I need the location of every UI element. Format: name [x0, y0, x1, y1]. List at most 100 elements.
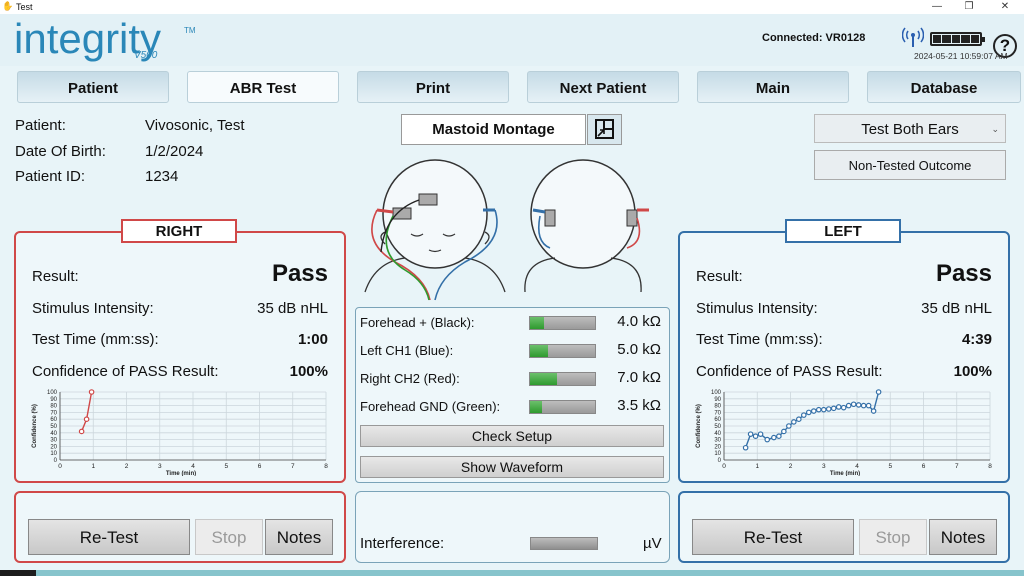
impedance-meter: [529, 344, 596, 358]
impedance-label: Forehead + (Black):: [360, 315, 475, 330]
tab-patient[interactable]: Patient: [17, 71, 169, 103]
dob-value: 1/2/2024: [145, 143, 204, 160]
data-point: [830, 405, 837, 412]
y-tick-label: 20: [714, 444, 721, 450]
y-tick-label: 70: [714, 410, 721, 416]
impedance-meter: [529, 372, 596, 386]
impedance-value: 4.0 kΩ: [617, 313, 661, 330]
ears-select[interactable]: Test Both Ears ⌄: [814, 114, 1006, 143]
y-tick-label: 90: [714, 397, 721, 403]
right-test-time-label: Test Time (mm:ss):: [32, 331, 159, 348]
data-point: [742, 444, 749, 451]
head-front-illustration: [364, 159, 506, 301]
data-point: [781, 428, 787, 435]
left-notes-button[interactable]: Notes: [929, 519, 997, 555]
x-tick-label: 2: [125, 463, 129, 470]
impedance-meter-fill: [530, 345, 549, 357]
x-tick-label: 1: [91, 463, 95, 470]
impedance-value: 7.0 kΩ: [617, 369, 661, 386]
data-point: [747, 431, 754, 437]
y-tick-label: 20: [50, 444, 57, 450]
tab-next-patient[interactable]: Next Patient: [527, 71, 679, 103]
data-point: [815, 406, 822, 413]
data-point: [88, 389, 95, 395]
non-tested-outcome-button[interactable]: Non-Tested Outcome: [814, 150, 1006, 180]
montage-button[interactable]: Mastoid Montage: [401, 114, 586, 145]
current-datetime: 2024-05-21 10:59:07 AM: [914, 51, 1008, 61]
left-test-time-value: 4:39: [961, 331, 992, 348]
data-point: [796, 416, 802, 423]
data-point: [764, 436, 771, 443]
x-tick-label: 8: [988, 463, 992, 470]
data-point: [825, 406, 832, 412]
x-tick-label: 7: [955, 463, 959, 470]
left-stop-button[interactable]: Stop: [859, 519, 927, 555]
data-point: [752, 433, 759, 440]
header: integrity TM V500 Connected: VR0128 ? 20…: [0, 14, 1024, 66]
restore-button[interactable]: ❐: [954, 0, 984, 14]
right-result-label: Result:: [32, 268, 79, 285]
x-tick-label: 3: [158, 463, 162, 470]
y-axis-label: Confidence (%): [696, 404, 702, 448]
show-waveform-button[interactable]: Show Waveform: [360, 456, 664, 478]
right-stop-button[interactable]: Stop: [195, 519, 263, 555]
connection-status: Connected: VR0128: [762, 32, 866, 44]
data-point: [786, 423, 792, 429]
impedance-label: Left CH1 (Blue):: [360, 343, 454, 358]
x-tick-label: 5: [888, 463, 892, 470]
chevron-down-icon: ⌄: [991, 124, 999, 134]
y-tick-label: 30: [714, 438, 721, 444]
tab-abr-test[interactable]: ABR Test: [187, 71, 339, 103]
expand-montage-icon[interactable]: [587, 114, 622, 145]
data-point: [776, 433, 782, 440]
left-confidence-label: Confidence of PASS Result:: [696, 363, 883, 380]
tab-database[interactable]: Database: [867, 71, 1021, 103]
data-point: [78, 428, 85, 435]
left-retest-button[interactable]: Re-Test: [692, 519, 854, 555]
data-point: [791, 419, 797, 425]
y-tick-label: 60: [50, 417, 57, 423]
impedance-value: 3.5 kΩ: [617, 397, 661, 414]
data-point: [771, 434, 777, 441]
close-button[interactable]: ✕: [990, 0, 1020, 14]
right-notes-button[interactable]: Notes: [265, 519, 333, 555]
left-result-value: Pass: [935, 260, 992, 287]
x-tick-label: 7: [291, 463, 295, 470]
patient-name: Vivosonic, Test: [145, 117, 245, 134]
impedance-label: Forehead GND (Green):: [360, 399, 501, 414]
minimize-button[interactable]: —: [922, 0, 952, 14]
y-tick-label: 50: [714, 424, 721, 430]
data-point: [840, 404, 847, 411]
x-tick-label: 5: [224, 463, 228, 470]
logo-model: V500: [134, 50, 158, 61]
check-setup-button[interactable]: Check Setup: [360, 425, 664, 447]
battery-icon: [930, 32, 985, 46]
logo-trademark: TM: [184, 26, 196, 35]
y-axis-label: Confidence (%): [32, 404, 38, 448]
impedance-value: 5.0 kΩ: [617, 341, 661, 358]
impedance-meter: [529, 400, 596, 414]
y-tick-label: 10: [714, 451, 721, 457]
data-point: [860, 402, 867, 409]
impedance-meter-fill: [530, 401, 542, 413]
right-confidence-chart: 0102030405060708090100 0 1 2 3 4 5 6 7 8 Time (min…: [32, 389, 328, 476]
x-axis-label: Time (min): [830, 471, 860, 476]
tab-print[interactable]: Print: [357, 71, 509, 103]
data-point: [801, 412, 807, 418]
data-point: [810, 408, 817, 414]
data-point: [865, 402, 872, 409]
data-point: [835, 404, 842, 410]
x-tick-label: 6: [258, 463, 262, 470]
x-tick-label: 6: [922, 463, 926, 470]
x-tick-label: 0: [58, 463, 62, 470]
y-tick-label: 10: [50, 451, 57, 457]
impedance-meter-fill: [530, 317, 545, 329]
electrode-montage-diagram: [364, 159, 649, 301]
right-retest-button[interactable]: Re-Test: [28, 519, 190, 555]
right-result-value: Pass: [271, 260, 328, 287]
tab-main[interactable]: Main: [697, 71, 849, 103]
y-tick-label: 80: [50, 404, 57, 410]
right-ear-title: RIGHT: [121, 219, 237, 243]
left-stimulus-value: 35 dB nHL: [921, 300, 992, 317]
left-test-time-label: Test Time (mm:ss):: [696, 331, 823, 348]
